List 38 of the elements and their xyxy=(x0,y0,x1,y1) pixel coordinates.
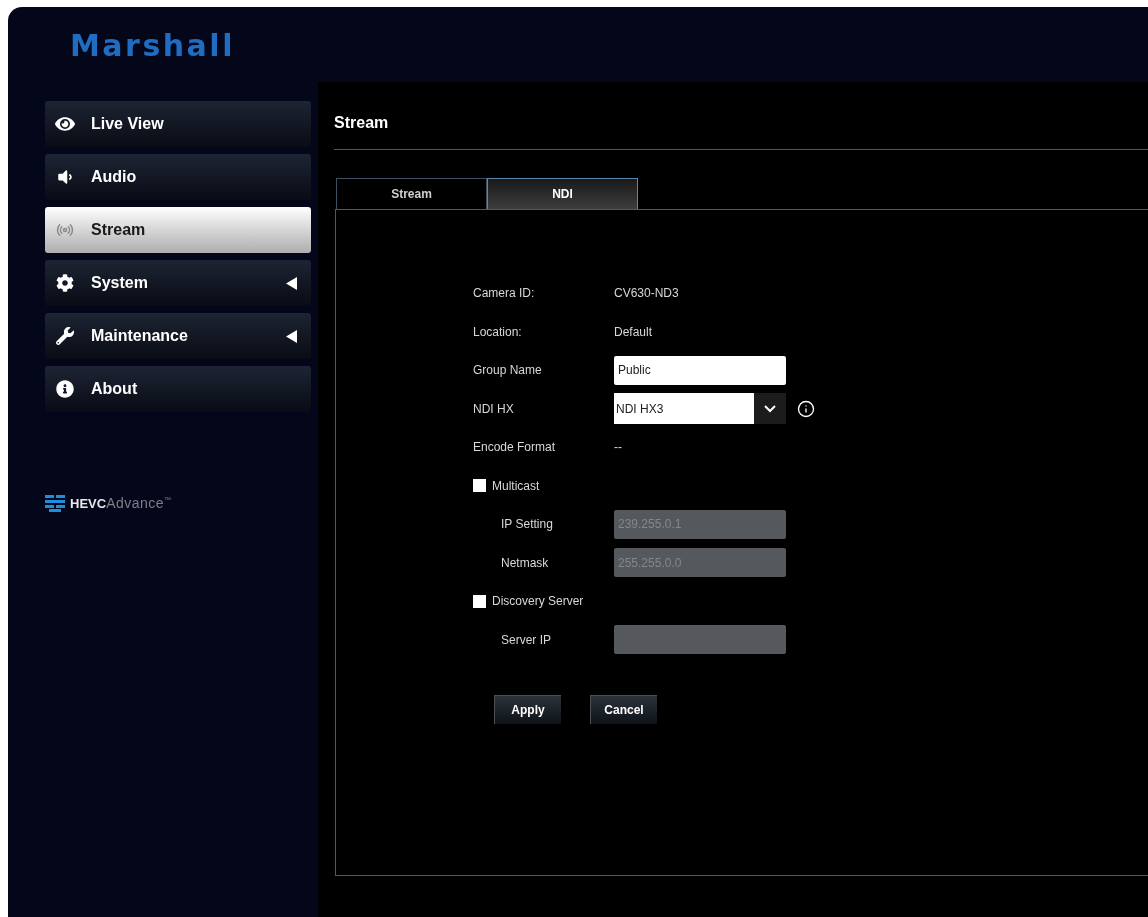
gear-icon xyxy=(55,274,75,292)
speaker-icon xyxy=(55,168,75,186)
field-label: Location: xyxy=(473,323,523,341)
checkbox[interactable] xyxy=(473,594,486,608)
field-label: IP Setting xyxy=(501,516,554,534)
sidebar-item[interactable]: Live View xyxy=(45,101,311,147)
chevron-down-icon xyxy=(754,393,786,425)
info-icon xyxy=(55,380,75,398)
info-icon[interactable] xyxy=(797,399,815,418)
dropdown-field[interactable]: NDI HX3 xyxy=(614,393,786,425)
field-label: Netmask xyxy=(501,554,550,572)
text-field[interactable]: Public xyxy=(614,355,786,385)
wrench-icon xyxy=(55,327,75,345)
field-label: Group Name xyxy=(473,362,543,380)
sidebar-item[interactable]: System xyxy=(45,260,311,306)
checkbox-label: Discovery Server xyxy=(492,593,584,611)
tab[interactable]: NDI xyxy=(487,178,638,209)
brand-logo: Marshall xyxy=(70,28,235,63)
checkbox[interactable] xyxy=(473,479,486,493)
eye-icon xyxy=(55,115,75,133)
checkbox-label: Multicast xyxy=(492,477,540,495)
sidebar-item[interactable]: Stream xyxy=(45,207,311,253)
field-label: NDI HX xyxy=(473,400,515,418)
field-label: Encode Format xyxy=(473,439,557,457)
form-button[interactable]: Cancel xyxy=(590,695,657,724)
field-value: -- xyxy=(614,439,622,457)
tab[interactable]: Stream xyxy=(336,178,487,209)
page-title: Stream xyxy=(334,113,390,133)
sidebar-item[interactable]: About xyxy=(45,366,311,412)
field-value: CV630-ND3 xyxy=(614,285,679,303)
field-value: Default xyxy=(614,323,653,341)
form-button[interactable]: Apply xyxy=(494,695,561,724)
field-label: Camera ID: xyxy=(473,285,536,303)
sidebar-item[interactable]: Audio xyxy=(45,154,311,200)
sidebar-item[interactable]: Maintenance xyxy=(45,313,311,359)
field-label: Server IP xyxy=(501,631,552,649)
striped-emblem-icon xyxy=(45,493,65,513)
broadcast-icon xyxy=(55,221,75,239)
